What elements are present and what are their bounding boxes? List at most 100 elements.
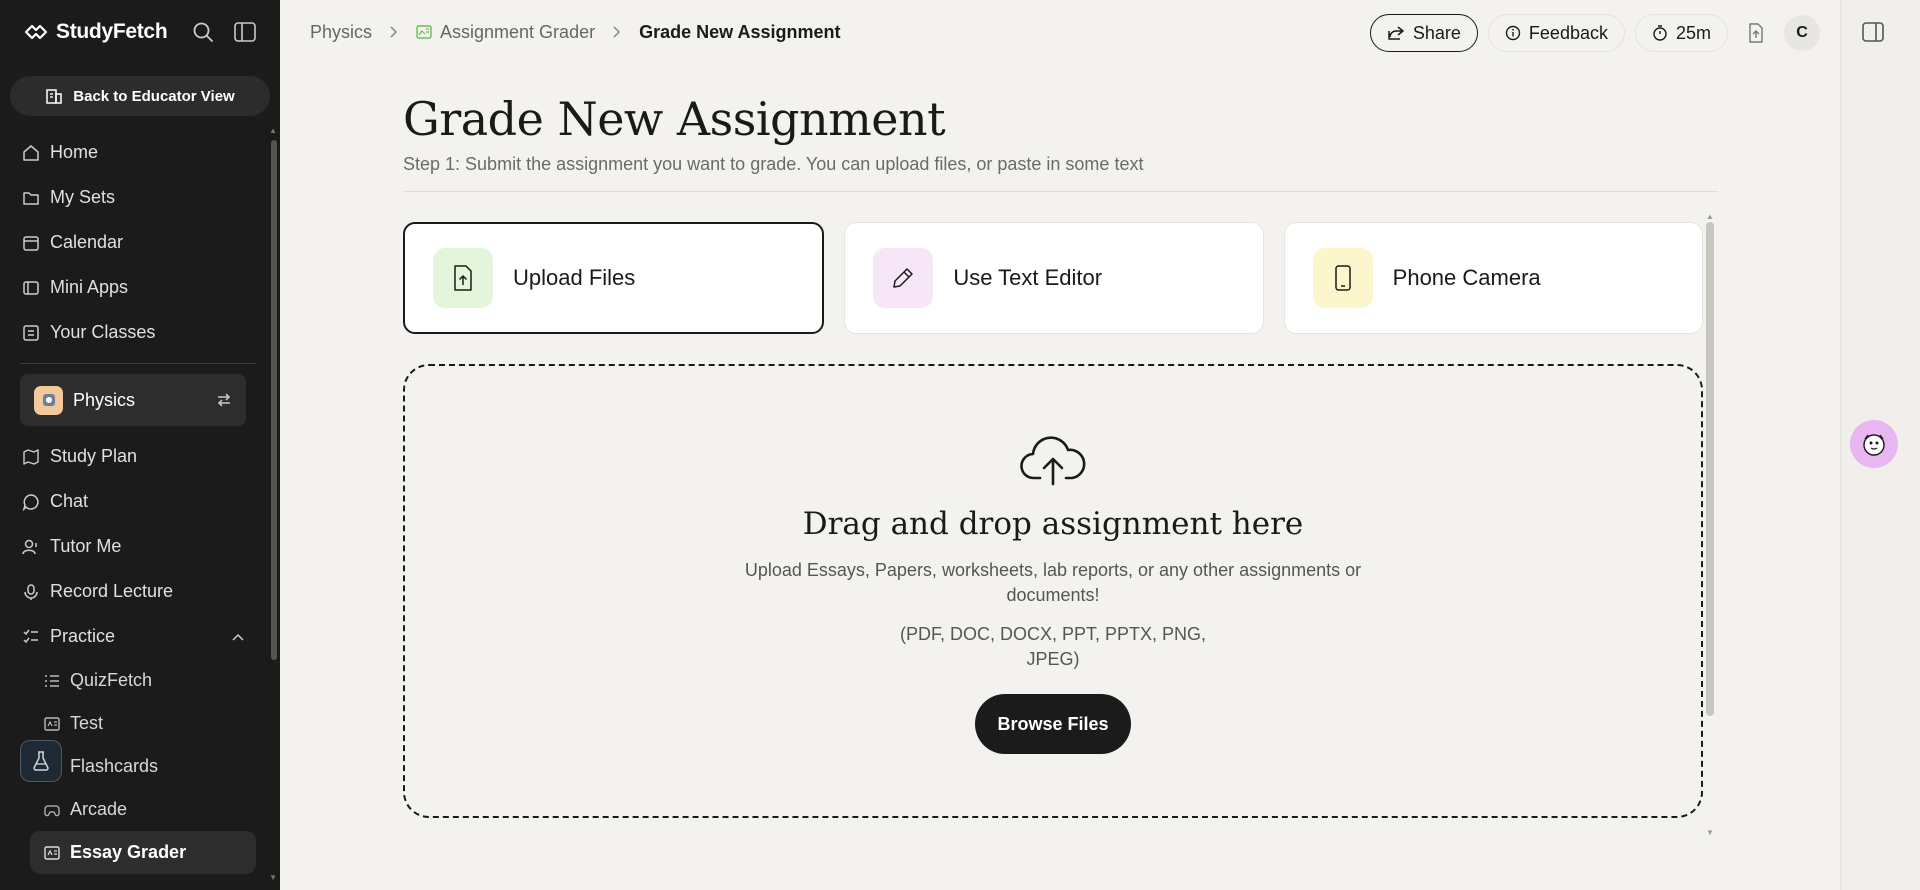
share-button[interactable]: Share bbox=[1369, 14, 1478, 52]
map-icon bbox=[22, 448, 40, 466]
sidebar-item-test[interactable]: Test bbox=[0, 702, 280, 745]
sidebar-item-label: QuizFetch bbox=[70, 670, 153, 690]
chevron-right-icon bbox=[390, 26, 398, 38]
list-icon bbox=[44, 673, 60, 689]
back-to-educator-button[interactable]: Back to Educator View bbox=[10, 76, 270, 116]
logo-icon bbox=[24, 24, 48, 40]
timer-label: 25m bbox=[1675, 22, 1711, 43]
option-text-editor[interactable]: Use Text Editor bbox=[844, 222, 1264, 334]
sidebar-item-mini-apps[interactable]: Mini Apps bbox=[0, 265, 280, 310]
pencil-icon bbox=[873, 248, 934, 308]
feedback-label: Feedback bbox=[1528, 22, 1608, 43]
top-actions: Share Feedback 25m C bbox=[1369, 14, 1820, 52]
phone-icon bbox=[1312, 248, 1373, 308]
breadcrumb-assignment-grader[interactable]: Assignment Grader bbox=[440, 22, 595, 43]
class-nav: Study Plan Chat Tutor Me Record Lecture … bbox=[0, 434, 280, 659]
browse-files-button[interactable]: Browse Files bbox=[975, 694, 1131, 754]
dropzone-formats: (PDF, DOC, DOCX, PPT, PPTX, PNG, JPEG) bbox=[899, 624, 1207, 669]
apps-icon bbox=[22, 279, 40, 297]
timer-button[interactable]: 25m bbox=[1634, 14, 1728, 52]
cloud-upload-icon bbox=[1020, 434, 1086, 486]
building-icon bbox=[45, 87, 63, 105]
sidebar-scroll-down-icon[interactable]: ▼ bbox=[269, 873, 277, 882]
sidebar-item-practice[interactable]: Practice bbox=[0, 614, 280, 659]
image-icon bbox=[416, 24, 432, 40]
sidebar-item-home[interactable]: Home bbox=[0, 130, 280, 175]
panel-toggle-icon[interactable] bbox=[1862, 22, 1884, 42]
class-switcher[interactable]: Physics bbox=[20, 374, 246, 426]
main-scroll-down-icon[interactable]: ▼ bbox=[1706, 828, 1714, 837]
sidebar-item-label: Calendar bbox=[50, 232, 124, 252]
sidebar-item-calendar[interactable]: Calendar bbox=[0, 220, 280, 265]
sidebar-item-arcade[interactable]: Arcade bbox=[0, 788, 280, 831]
sidebar-item-label: Chat bbox=[50, 491, 89, 511]
mascot-assistant-icon[interactable] bbox=[1850, 420, 1898, 468]
main-nav: Home My Sets Calendar Mini Apps Your Cla… bbox=[0, 130, 280, 355]
swap-icon[interactable] bbox=[216, 393, 232, 407]
sidebar-item-label: Test bbox=[70, 713, 104, 733]
mic-icon bbox=[22, 583, 40, 601]
option-label: Phone Camera bbox=[1392, 265, 1541, 290]
dropzone-description: Upload Essays, Papers, worksheets, lab r… bbox=[744, 560, 1362, 605]
sidebar-item-label: Flashcards bbox=[70, 756, 159, 776]
flask-icon[interactable] bbox=[20, 740, 62, 782]
sidebar-item-label: Mini Apps bbox=[50, 277, 129, 297]
sidebar-item-tutor-me[interactable]: Tutor Me bbox=[0, 524, 280, 569]
chat-icon bbox=[22, 493, 40, 511]
sidebar-header: StudyFetch bbox=[0, 0, 280, 64]
file-dropzone[interactable]: Drag and drop assignment here Upload Ess… bbox=[403, 364, 1703, 818]
classes-icon bbox=[22, 324, 40, 342]
user-avatar[interactable]: C bbox=[1784, 15, 1820, 51]
sidebar-item-label: Study Plan bbox=[50, 446, 138, 466]
practice-icon bbox=[22, 628, 40, 646]
test-icon bbox=[44, 716, 60, 732]
feedback-button[interactable]: Feedback bbox=[1487, 14, 1625, 52]
breadcrumb-physics[interactable]: Physics bbox=[310, 22, 372, 43]
sidebar-item-label: Your Classes bbox=[50, 322, 156, 342]
chevron-up-icon[interactable] bbox=[232, 633, 244, 641]
sidebar-item-label: Essay Grader bbox=[70, 842, 187, 862]
option-upload-files[interactable]: Upload Files bbox=[403, 222, 825, 334]
sidebar-item-quizfetch[interactable]: QuizFetch bbox=[0, 659, 280, 702]
app-logo[interactable]: StudyFetch bbox=[24, 20, 168, 44]
sidebar-item-my-sets[interactable]: My Sets bbox=[0, 175, 280, 220]
option-label: Upload Files bbox=[513, 265, 636, 290]
sidebar-item-label: Home bbox=[50, 142, 99, 162]
input-method-options: Upload Files Use Text Editor Phone Camer… bbox=[403, 222, 1703, 334]
sidebar-item-study-plan[interactable]: Study Plan bbox=[0, 434, 280, 479]
breadcrumb-current: Grade New Assignment bbox=[639, 21, 841, 42]
info-icon bbox=[1505, 25, 1521, 41]
home-icon bbox=[22, 144, 40, 162]
calendar-icon bbox=[22, 234, 40, 252]
option-phone-camera[interactable]: Phone Camera bbox=[1283, 222, 1703, 334]
breadcrumb: Physics Assignment Grader Grade New Assi… bbox=[310, 22, 840, 43]
sidebar-item-label: Practice bbox=[50, 626, 116, 646]
sidebar-item-record-lecture[interactable]: Record Lecture bbox=[0, 569, 280, 614]
sidebar-item-label: My Sets bbox=[50, 187, 116, 207]
sidebar-divider bbox=[20, 363, 256, 364]
search-icon[interactable] bbox=[192, 21, 214, 43]
sidebar-toggle-icon[interactable] bbox=[234, 22, 256, 42]
main-content: Grade New Assignment Step 1: Submit the … bbox=[403, 64, 1718, 818]
chevron-right-icon bbox=[613, 26, 621, 38]
main-scroll-up-icon[interactable]: ▲ bbox=[1706, 212, 1714, 221]
main-scrollbar[interactable] bbox=[1706, 222, 1714, 716]
page-subtitle: Step 1: Submit the assignment you want t… bbox=[403, 154, 1144, 174]
sidebar-item-chat[interactable]: Chat bbox=[0, 479, 280, 524]
sidebar-item-your-classes[interactable]: Your Classes bbox=[0, 310, 280, 355]
sidebar-item-label: Record Lecture bbox=[50, 581, 174, 601]
export-file-icon[interactable] bbox=[1738, 15, 1774, 51]
app-name: StudyFetch bbox=[56, 20, 168, 43]
sidebar-item-essay-grader[interactable]: Essay Grader bbox=[30, 831, 256, 874]
grader-icon bbox=[44, 845, 60, 861]
sidebar-scroll-up-icon[interactable]: ▲ bbox=[269, 126, 277, 135]
upload-file-icon bbox=[433, 248, 493, 308]
sidebar-scrollbar[interactable] bbox=[271, 140, 277, 660]
sidebar: StudyFetch Back to Educator View Home My… bbox=[0, 0, 280, 890]
class-name: Physics bbox=[73, 389, 136, 410]
back-to-educator-label: Back to Educator View bbox=[73, 87, 235, 105]
folder-icon bbox=[22, 189, 40, 207]
sidebar-item-label: Arcade bbox=[70, 799, 128, 819]
option-label: Use Text Editor bbox=[953, 265, 1103, 290]
page-title: Grade New Assignment bbox=[403, 92, 946, 146]
